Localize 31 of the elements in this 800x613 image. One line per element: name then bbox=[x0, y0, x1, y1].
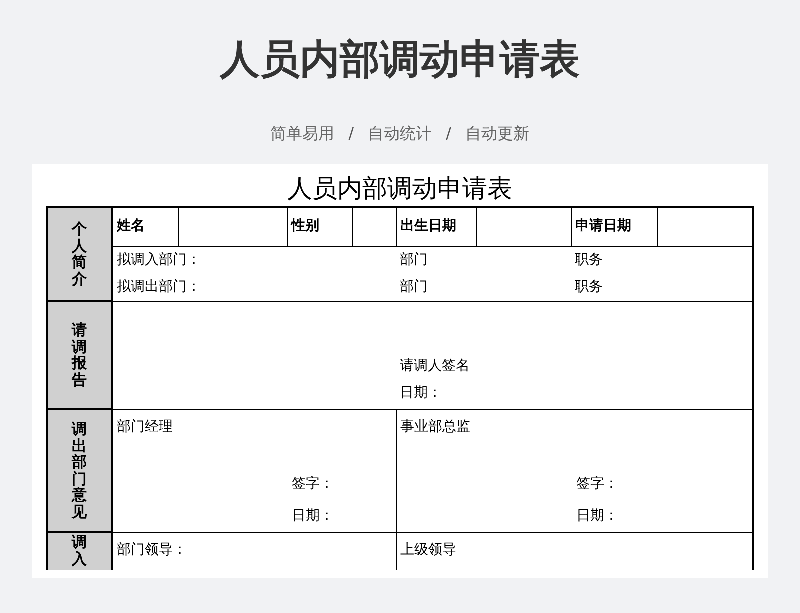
field-label: 姓名 bbox=[117, 218, 145, 234]
field-label: 日期： bbox=[400, 384, 442, 400]
field-label: 性别 bbox=[292, 218, 320, 234]
page-title: 人员内部调动申请表 bbox=[218, 36, 581, 85]
separator: / bbox=[446, 123, 452, 145]
field-label: 部门 bbox=[400, 252, 428, 268]
sheet-title: 人员内部调动申请表 bbox=[286, 173, 514, 205]
field-label: 事业部总监 bbox=[400, 418, 470, 434]
tagline-text: 简单易用 bbox=[270, 123, 335, 145]
field-label: 部门领导： bbox=[117, 542, 187, 558]
field-label: 部门经理 bbox=[117, 418, 173, 434]
field-label: 部门 bbox=[400, 278, 428, 294]
field-label: 签字： bbox=[576, 476, 618, 492]
field-label: 拟调出部门： bbox=[117, 278, 201, 294]
field-label: 申请日期 bbox=[576, 218, 632, 234]
field-label: 职务 bbox=[575, 278, 603, 294]
field-label: 职务 bbox=[575, 252, 603, 268]
field-label: 日期： bbox=[576, 508, 618, 524]
separator: / bbox=[348, 123, 354, 145]
field-label: 签字： bbox=[292, 476, 334, 492]
tagline-text: 自动更新 bbox=[465, 123, 530, 145]
field-label: 上级领导 bbox=[400, 542, 456, 558]
field-label: 日期： bbox=[292, 508, 334, 524]
tagline-text: 自动统计 bbox=[368, 123, 432, 145]
section-label: 请调报告 bbox=[47, 301, 112, 409]
section-label: 个人简介 bbox=[47, 207, 112, 301]
section-label: 调入 bbox=[47, 532, 112, 570]
field-label: 请调人签名 bbox=[400, 358, 470, 374]
field-label: 出生日期 bbox=[400, 218, 456, 234]
section-label: 调出部门意见 bbox=[47, 409, 112, 532]
field-label: 拟调入部门： bbox=[117, 252, 201, 268]
